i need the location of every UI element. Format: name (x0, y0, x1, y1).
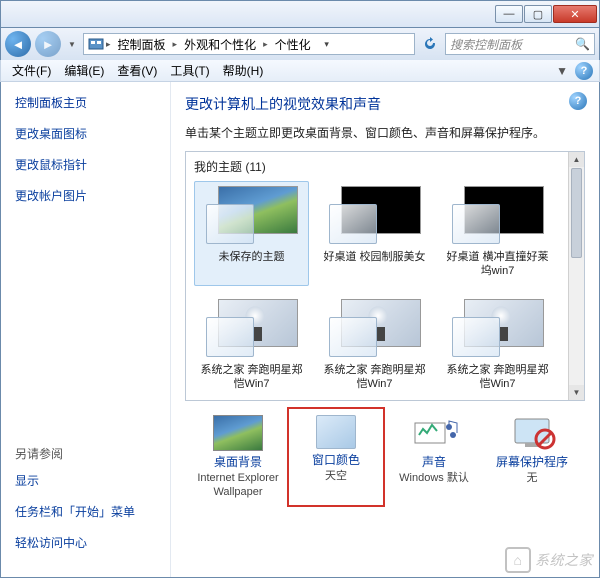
theme-thumbnail (329, 186, 421, 244)
scroll-down-icon[interactable]: ▼ (569, 385, 584, 400)
menu-overflow[interactable]: ▼ (552, 62, 572, 80)
theme-item[interactable]: 系统之家 奔跑明星郑恺Win7 (440, 294, 555, 399)
theme-item[interactable]: 系统之家 奔跑明星郑恺Win7 (317, 294, 432, 399)
sidebar-home[interactable]: 控制面板主页 (15, 94, 156, 111)
theme-thumbnail (206, 299, 298, 357)
scrollbar[interactable]: ▲ ▼ (568, 152, 584, 400)
theme-thumbnail (206, 186, 298, 244)
theme-label: 好桌道 横冲直撞好莱坞win7 (443, 250, 552, 279)
breadcrumb-seg-appearance[interactable]: 外观和个性化 (179, 36, 261, 53)
chevron-right-icon: ▸ (263, 39, 268, 50)
menu-help[interactable]: 帮助(H) (218, 60, 269, 81)
sidebar: 控制面板主页 更改桌面图标 更改鼠标指针 更改帐户图片 另请参阅 显示 任务栏和… (1, 82, 171, 577)
menu-view[interactable]: 查看(V) (112, 60, 162, 81)
help-icon[interactable]: ? (569, 92, 587, 110)
chevron-right-icon: ▸ (173, 39, 178, 50)
chevron-right-icon: ▸ (106, 39, 111, 50)
breadcrumb-seg-personalize[interactable]: 个性化 (270, 36, 316, 53)
search-input[interactable]: 搜索控制面板 🔍 (445, 33, 595, 55)
breadcrumb-seg-control-panel[interactable]: 控制面板 (113, 36, 171, 53)
theme-label: 系统之家 奔跑明星郑恺Win7 (197, 363, 306, 392)
close-button[interactable]: ✕ (553, 5, 597, 23)
page-title: 更改计算机上的视觉效果和声音 (185, 94, 585, 114)
theme-item[interactable]: 未保存的主题 (194, 181, 309, 286)
menu-bar: 文件(F) 编辑(E) 查看(V) 工具(T) 帮助(H) ▼ ? (0, 60, 600, 82)
theme-item[interactable]: 好桌道 横冲直撞好莱坞win7 (440, 181, 555, 286)
bottom-bar: 桌面背景 Internet Explorer Wallpaper 窗口颜色 天空… (185, 411, 585, 503)
theme-label: 系统之家 奔跑明星郑恺Win7 (320, 363, 429, 392)
sidebar-link-display[interactable]: 显示 (15, 472, 156, 489)
desktop-background-button[interactable]: 桌面背景 Internet Explorer Wallpaper (193, 411, 283, 503)
menu-edit[interactable]: 编辑(E) (59, 60, 109, 81)
theme-item[interactable]: 系统之家 奔跑明星郑恺Win7 (194, 294, 309, 399)
window-color-button[interactable]: 窗口颜色 天空 (291, 411, 381, 503)
sounds-button[interactable]: 声音 Windows 默认 (389, 411, 479, 503)
watermark: ⌂ 系统之家 (505, 547, 593, 573)
menu-file[interactable]: 文件(F) (7, 60, 56, 81)
label: 屏幕保护程序 (496, 455, 568, 471)
control-panel-icon (88, 36, 104, 52)
search-placeholder: 搜索控制面板 (450, 36, 522, 53)
theme-thumbnail (329, 299, 421, 357)
sound-icon (409, 415, 459, 451)
refresh-button[interactable] (419, 33, 441, 55)
theme-thumbnail (452, 186, 544, 244)
value: Windows 默认 (399, 471, 469, 485)
sidebar-see-also-label: 另请参阅 (15, 445, 156, 462)
title-bar: — ▢ ✕ (0, 0, 600, 28)
theme-item[interactable]: 好桌道 校园制服美女 (317, 181, 432, 286)
label: 窗口颜色 (312, 453, 360, 469)
scroll-thumb[interactable] (571, 168, 582, 258)
wallpaper-icon (213, 415, 263, 451)
scroll-up-icon[interactable]: ▲ (569, 152, 584, 167)
screensaver-icon (507, 415, 557, 451)
value: Internet Explorer Wallpaper (195, 471, 281, 500)
label: 声音 (422, 455, 446, 471)
forward-button[interactable]: ► (35, 31, 61, 57)
sidebar-link-ease-of-access[interactable]: 轻松访问中心 (15, 534, 156, 551)
search-icon: 🔍 (575, 37, 590, 51)
content-area: 控制面板主页 更改桌面图标 更改鼠标指针 更改帐户图片 另请参阅 显示 任务栏和… (0, 82, 600, 578)
sidebar-link-taskbar[interactable]: 任务栏和「开始」菜单 (15, 503, 156, 520)
breadcrumb-dropdown[interactable]: ▾ (318, 39, 336, 50)
theme-label: 未保存的主题 (219, 250, 285, 264)
page-subtitle: 单击某个主题立即更改桌面背景、窗口颜色、声音和屏幕保护程序。 (185, 124, 585, 141)
nav-bar: ◄ ► ▼ ▸ 控制面板 ▸ 外观和个性化 ▸ 个性化 ▾ 搜索控制面板 🔍 (0, 28, 600, 60)
themes-group-label: 我的主题 (11) (194, 158, 576, 175)
theme-thumbnail (452, 299, 544, 357)
screensaver-button[interactable]: 屏幕保护程序 无 (487, 411, 577, 503)
main-panel: ? 更改计算机上的视觉效果和声音 单击某个主题立即更改桌面背景、窗口颜色、声音和… (171, 82, 599, 577)
sidebar-link-account-picture[interactable]: 更改帐户图片 (15, 187, 156, 204)
value: 天空 (325, 469, 347, 483)
theme-label: 系统之家 奔跑明星郑恺Win7 (443, 363, 552, 392)
menu-tools[interactable]: 工具(T) (165, 60, 214, 81)
sidebar-link-desktop-icons[interactable]: 更改桌面图标 (15, 125, 156, 142)
history-dropdown[interactable]: ▼ (65, 34, 79, 54)
themes-listbox: 我的主题 (11) 未保存的主题 好桌道 校园制服美女 好桌道 横冲直撞好莱坞win… (185, 151, 585, 401)
minimize-button[interactable]: — (495, 5, 523, 23)
value: 无 (527, 471, 538, 485)
help-icon[interactable]: ? (575, 62, 593, 80)
back-button[interactable]: ◄ (5, 31, 31, 57)
maximize-button[interactable]: ▢ (524, 5, 552, 23)
watermark-icon: ⌂ (505, 547, 531, 573)
label: 桌面背景 (214, 455, 262, 471)
theme-label: 好桌道 校园制服美女 (323, 250, 425, 264)
breadcrumb[interactable]: ▸ 控制面板 ▸ 外观和个性化 ▸ 个性化 ▾ (83, 33, 415, 55)
sidebar-link-mouse-pointers[interactable]: 更改鼠标指针 (15, 156, 156, 173)
window-color-icon (316, 415, 356, 449)
